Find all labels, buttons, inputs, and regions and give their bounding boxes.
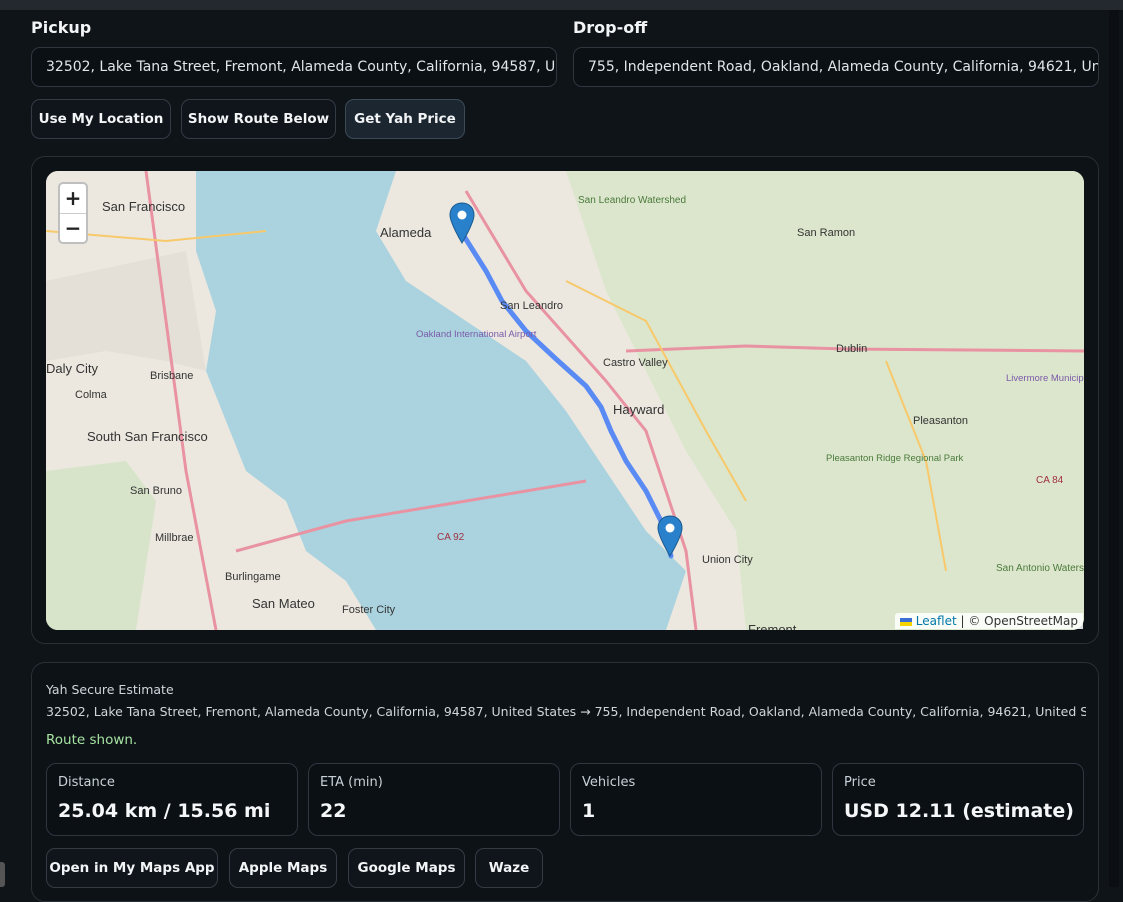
stat-value: 1 (582, 800, 596, 822)
map-label: Union City (702, 554, 753, 566)
stat-label: Distance (58, 775, 115, 790)
map-label: Pleasanton (913, 415, 968, 427)
map-label: San Leandro (500, 300, 563, 312)
leaflet-link[interactable]: Leaflet (916, 614, 957, 628)
pickup-label: Pickup (31, 18, 92, 37)
stat-label: ETA (min) (320, 775, 383, 790)
use-my-location-button[interactable]: Use My Location (31, 99, 171, 139)
map-zoom-control: + − (58, 182, 88, 244)
map-label: CA 84 (1036, 475, 1064, 486)
map-label: Livermore Municipal Airport (1006, 373, 1084, 384)
map-label: Castro Valley (603, 357, 668, 369)
dropoff-input[interactable]: 755, Independent Road, Oakland, Alameda … (573, 47, 1099, 87)
stat-vehicles: Vehicles 1 (570, 763, 822, 836)
waze-button[interactable]: Waze (475, 848, 543, 888)
map-label: CA 92 (437, 532, 465, 543)
stat-eta: ETA (min) 22 (308, 763, 560, 836)
map-label: San Antonio Watershed (996, 563, 1084, 574)
zoom-out-button[interactable]: − (60, 214, 86, 243)
osm-attribution-text: | © OpenStreetMap (960, 614, 1078, 628)
map-label: Hayward (613, 402, 664, 417)
stat-price: Price USD 12.11 (estimate) (832, 763, 1084, 836)
map-label: Millbrae (155, 532, 194, 544)
map-canvas[interactable]: San Francisco Alameda San Ramon Oakland … (46, 171, 1084, 630)
window-top-bar (0, 0, 1123, 10)
map-label: San Bruno (130, 485, 182, 497)
apple-maps-button[interactable]: Apple Maps (229, 848, 337, 888)
map-label: Foster City (342, 604, 396, 616)
pickup-input[interactable]: 32502, Lake Tana Street, Fremont, Alamed… (31, 47, 557, 87)
stat-distance: Distance 25.04 km / 15.56 mi (46, 763, 298, 836)
google-maps-button[interactable]: Google Maps (348, 848, 465, 888)
stat-value: 25.04 km / 15.56 mi (58, 800, 271, 822)
map-label: Burlingame (225, 571, 281, 583)
map-label: Daly City (46, 361, 99, 376)
map-label: Brisbane (150, 370, 193, 382)
map-label: Colma (75, 389, 108, 401)
estimate-title: Yah Secure Estimate (46, 682, 174, 697)
map-attribution: Leaflet | © OpenStreetMap (894, 613, 1083, 629)
side-handle[interactable] (0, 862, 5, 887)
map-label: Oakland International Airport (416, 329, 537, 340)
get-price-button[interactable]: Get Yah Price (345, 99, 465, 139)
estimate-route-text: 32502, Lake Tana Street, Fremont, Alamed… (46, 704, 1086, 719)
map-label: San Francisco (102, 199, 185, 214)
map-label: Alameda (380, 225, 432, 240)
map-label: Dublin (836, 343, 867, 355)
stat-label: Vehicles (582, 775, 636, 790)
show-route-button[interactable]: Show Route Below (181, 99, 336, 139)
open-my-maps-button[interactable]: Open in My Maps App (46, 848, 218, 888)
route-map[interactable]: San Francisco Alameda San Ramon Oakland … (46, 171, 1084, 630)
map-label: San Ramon (797, 227, 855, 239)
stat-value: 22 (320, 800, 347, 822)
map-label: South San Francisco (87, 429, 208, 444)
page-scrollbar[interactable] (1109, 10, 1119, 887)
zoom-in-button[interactable]: + (60, 184, 86, 214)
map-label: Pleasanton Ridge Regional Park (826, 453, 964, 464)
dropoff-label: Drop-off (573, 18, 648, 37)
map-label: San Mateo (252, 596, 315, 611)
map-label: Fremont (748, 622, 797, 630)
stat-label: Price (844, 775, 876, 790)
route-status: Route shown. (46, 732, 138, 748)
ukraine-flag-icon (899, 617, 912, 626)
map-label: San Leandro Watershed (578, 195, 686, 206)
stat-value: USD 12.11 (estimate) (844, 800, 1074, 822)
